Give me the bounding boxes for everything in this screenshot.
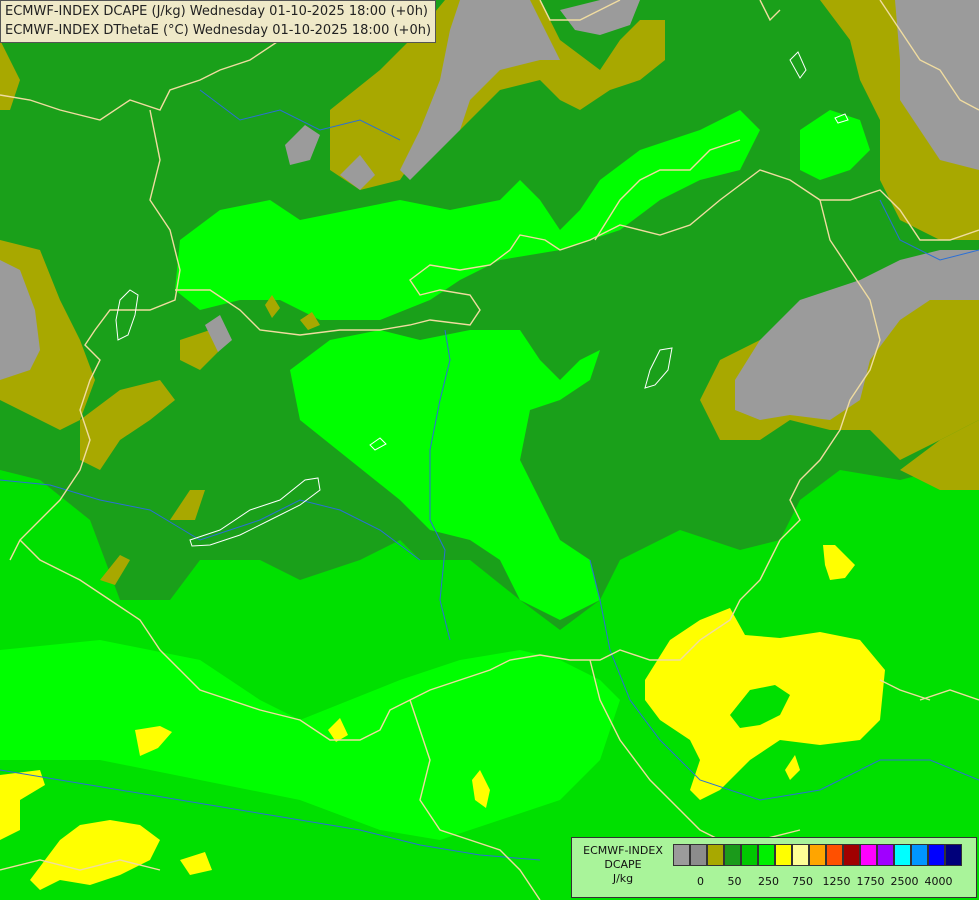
legend-swatch — [724, 844, 741, 866]
legend-swatch — [673, 844, 690, 866]
legend-swatch — [775, 844, 792, 866]
legend-swatch — [758, 844, 775, 866]
legend-swatch — [860, 844, 877, 866]
legend-tick-label: 1250 — [822, 875, 851, 888]
legend-tick-label: 4000 — [924, 875, 953, 888]
legend-swatch — [707, 844, 724, 866]
legend-title-param: DCAPE — [604, 858, 642, 871]
legend-swatch — [792, 844, 809, 866]
map-title-box: ECMWF-INDEX DCAPE (J/kg) Wednesday 01-10… — [0, 0, 437, 43]
legend-tick-label: 0 — [697, 875, 704, 888]
legend-swatch — [809, 844, 826, 866]
legend-swatch — [894, 844, 911, 866]
legend-swatch — [843, 844, 860, 866]
legend-swatch — [928, 844, 945, 866]
legend-swatch — [877, 844, 894, 866]
legend-tick-label: 50 — [727, 875, 742, 888]
legend-title-model: ECMWF-INDEX — [583, 844, 663, 857]
legend-swatch — [741, 844, 758, 866]
legend-tick-label: 750 — [792, 875, 813, 888]
legend-tick-label: 2500 — [890, 875, 919, 888]
legend-tick-label: 1750 — [856, 875, 885, 888]
title-dcape: ECMWF-INDEX DCAPE (J/kg) Wednesday 01-10… — [5, 4, 429, 19]
weather-map[interactable] — [0, 0, 979, 900]
legend-title-unit: J/kg — [612, 872, 634, 885]
legend-swatch — [945, 844, 962, 866]
legend-tick-label: 250 — [758, 875, 779, 888]
legend-title: ECMWF-INDEX DCAPE J/kg — [576, 844, 670, 886]
legend-swatch — [690, 844, 707, 866]
legend-swatch — [826, 844, 843, 866]
title-dthetae: ECMWF-INDEX DThetaE (°C) Wednesday 01-10… — [5, 23, 432, 38]
legend-swatch — [911, 844, 928, 866]
color-legend: ECMWF-INDEX DCAPE J/kg 0 50 250 750 1250 1750… — [571, 837, 977, 898]
